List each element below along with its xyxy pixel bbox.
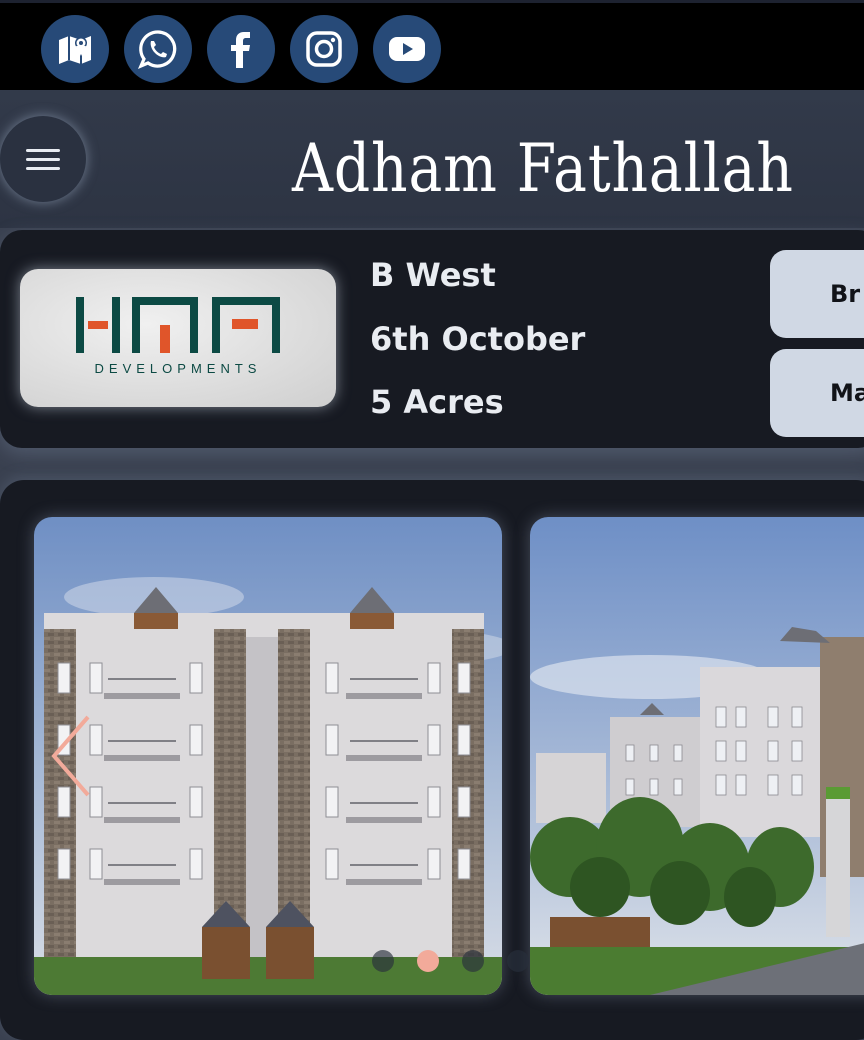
facebook-icon: [231, 32, 250, 68]
developer-logo-subtitle: DEVELOPMENTS: [94, 361, 262, 376]
map-icon: [59, 36, 91, 64]
project-area: 5 Acres: [370, 383, 504, 421]
whatsapp-link[interactable]: [124, 15, 192, 83]
carousel-slide[interactable]: [530, 517, 864, 995]
facebook-link[interactable]: [207, 15, 275, 83]
youtube-link[interactable]: [373, 15, 441, 83]
map-button[interactable]: Ma: [770, 349, 864, 437]
project-info-card: DEVELOPMENTS B West 6th October 5 Acres …: [0, 230, 864, 448]
carousel-dot[interactable]: [372, 950, 394, 972]
menu-button[interactable]: [0, 116, 86, 202]
brochure-button[interactable]: Br: [770, 250, 864, 338]
instagram-icon: [306, 31, 342, 67]
hamburger-line: [26, 157, 60, 161]
project-location: 6th October: [370, 320, 586, 358]
social-bar: [0, 0, 864, 90]
image-carousel: [0, 480, 864, 1040]
hma-logo-mark: [76, 297, 280, 353]
map-link[interactable]: [41, 15, 109, 83]
building-perspective-image: [530, 517, 864, 995]
youtube-icon: [389, 37, 425, 61]
whatsapp-icon: [137, 30, 177, 70]
developer-logo: DEVELOPMENTS: [20, 269, 336, 407]
site-header: Adham Fathallah: [0, 90, 864, 228]
brand-logo-text[interactable]: Adham Fathallah: [292, 124, 793, 214]
carousel-slide[interactable]: [34, 517, 502, 995]
carousel-dot-active[interactable]: [417, 950, 439, 972]
hamburger-menu-icon: [26, 148, 60, 152]
chevron-left-icon[interactable]: [48, 713, 98, 799]
building-front-image: [34, 517, 502, 995]
carousel-dot[interactable]: [507, 950, 529, 972]
hamburger-line: [26, 166, 60, 170]
carousel-dot[interactable]: [462, 950, 484, 972]
brochure-button-label: Br: [830, 280, 861, 308]
carousel-pagination: [372, 950, 532, 974]
instagram-link[interactable]: [290, 15, 358, 83]
project-name: B West: [370, 256, 496, 294]
map-button-label: Ma: [830, 379, 864, 407]
